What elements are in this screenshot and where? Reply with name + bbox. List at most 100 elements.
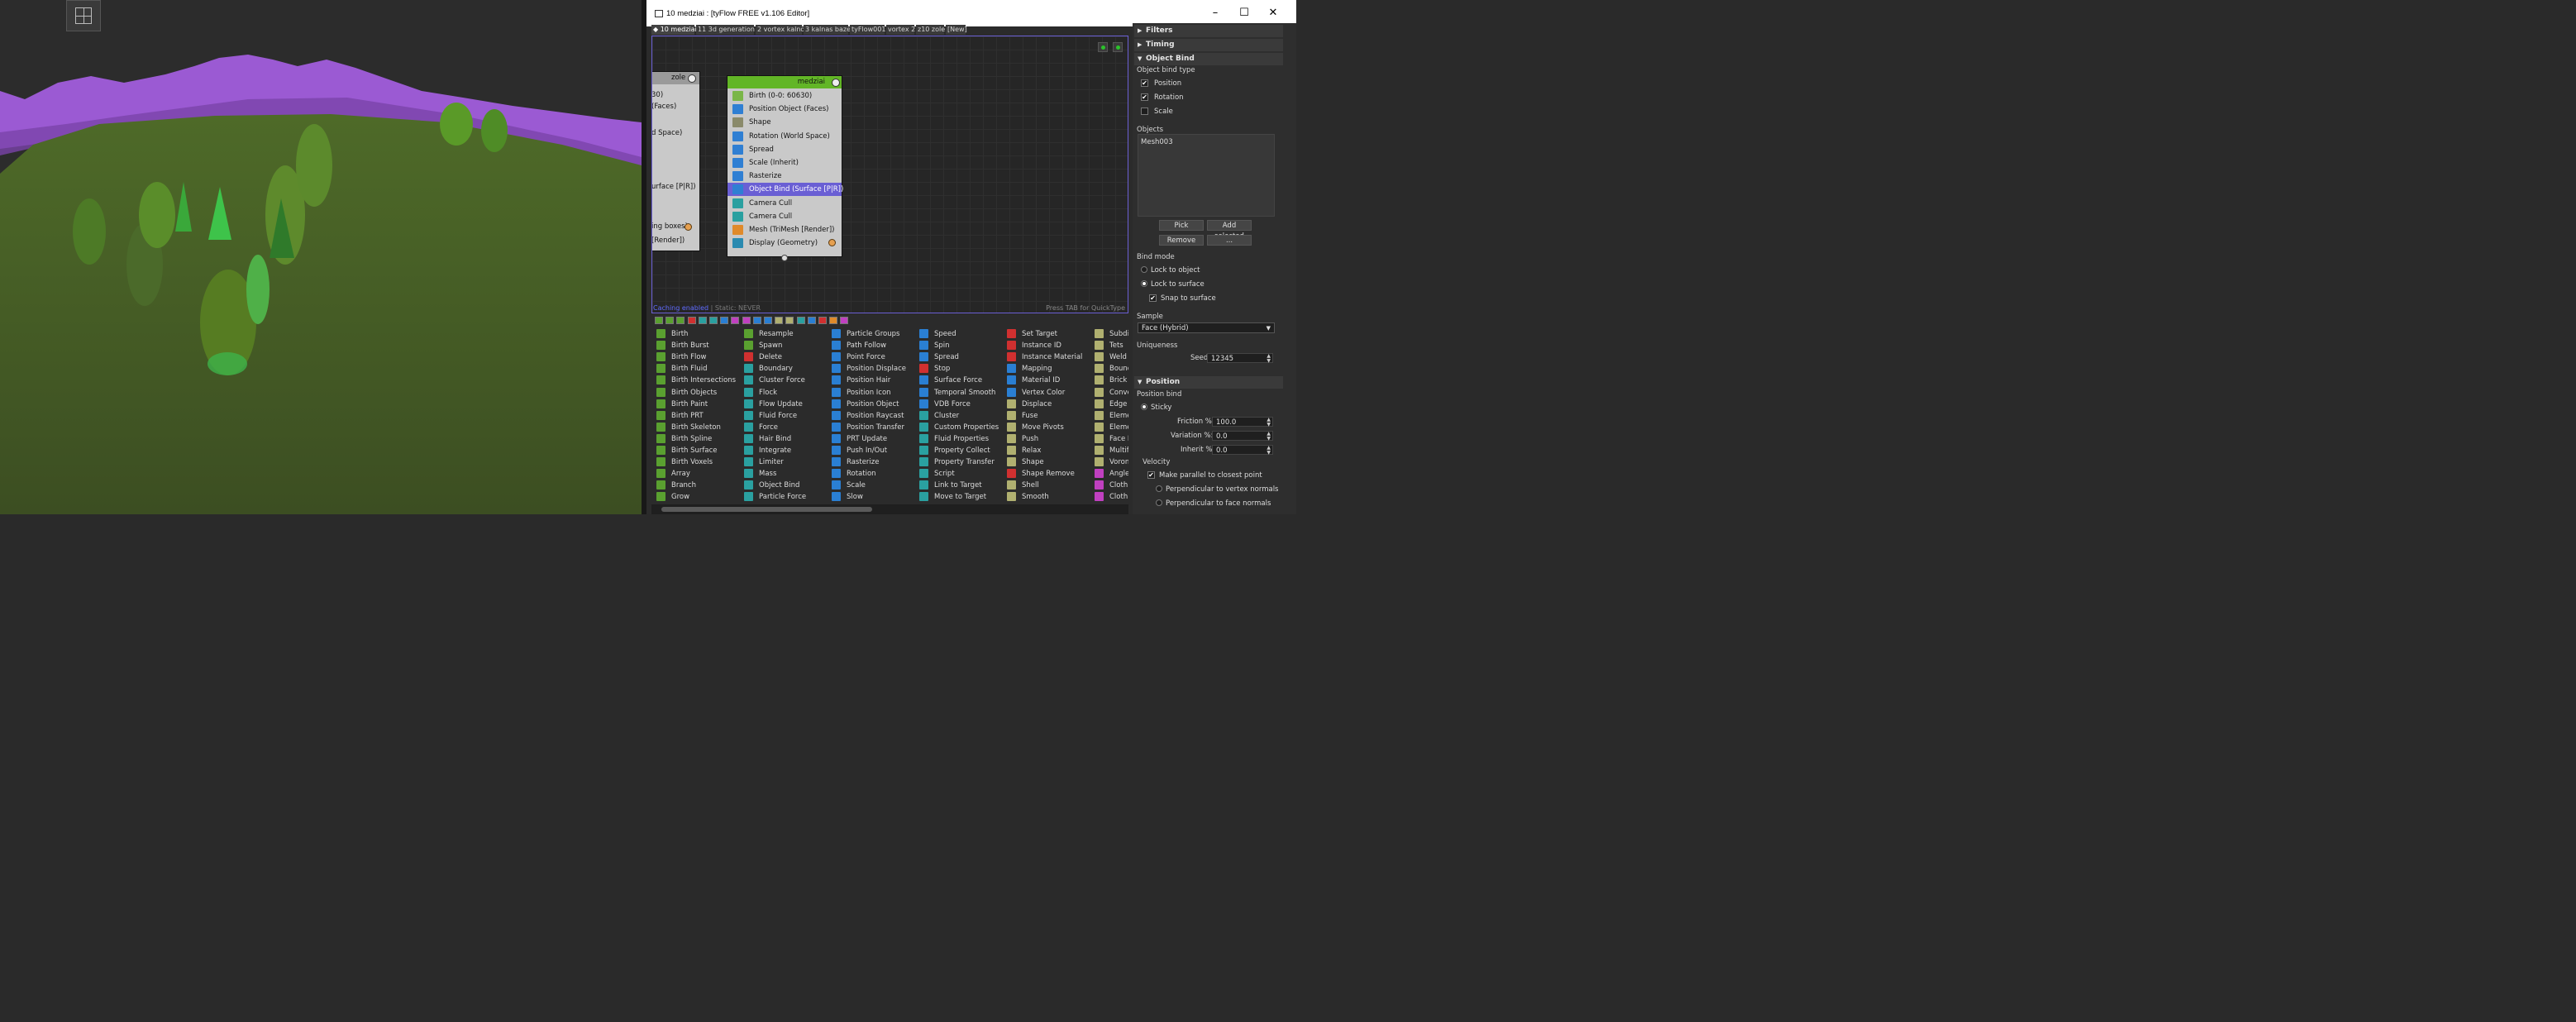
tab-2-vortex-kalno[interactable]: 2 vortex kalno (756, 25, 804, 35)
lock-to-object-radio[interactable] (1141, 266, 1147, 273)
tab-vortex-2[interactable]: vortex 2 (886, 25, 915, 35)
viewport-3d[interactable] (0, 0, 642, 514)
list-item[interactable]: Mesh003 (1141, 138, 1173, 146)
operator-label: Birth Skeleton (671, 423, 721, 432)
cache-status-icon[interactable] (1098, 42, 1108, 52)
lock-to-surface-radio[interactable] (1141, 280, 1147, 287)
operator-category-icon[interactable] (742, 317, 751, 324)
friction-field[interactable]: 100.0 ▲ ▼ (1212, 417, 1273, 427)
operator-row[interactable]: Camera Cull (727, 210, 842, 223)
remove-button[interactable]: Remove (1159, 235, 1204, 246)
operator-icon (1007, 480, 1016, 490)
tab-new[interactable]: [New] (946, 25, 967, 35)
operator-category-icon[interactable] (796, 317, 805, 324)
operator-category-icon[interactable] (665, 317, 675, 324)
operator-list[interactable]: Birth Birth Burst Birth Flow Birth Fluid Bir… (651, 327, 1128, 504)
operator-row[interactable]: Scale (Inherit) (727, 156, 842, 170)
operator-icon (656, 329, 665, 338)
position-checkbox[interactable]: ✔ (1141, 79, 1148, 87)
seed-field[interactable]: 12345 ▲ ▼ (1207, 353, 1273, 364)
operator-category-icon[interactable] (655, 317, 663, 324)
rollout-filters[interactable]: ▶ Filters (1134, 25, 1283, 37)
spinner-icon[interactable]: ▲ ▼ (1267, 446, 1271, 456)
make-parallel-checkbox[interactable]: ✔ (1147, 471, 1155, 479)
birth-icon (732, 91, 743, 101)
operator-category-icon[interactable] (840, 317, 849, 324)
operator-row[interactable]: Object Bind (Surface [P|R]) (727, 183, 843, 197)
node-row[interactable]: (Faces) (652, 100, 699, 113)
operator-category-icon[interactable] (785, 317, 794, 324)
operator-category-icon[interactable] (709, 317, 718, 324)
operator-row[interactable]: Camera Cull (727, 197, 842, 210)
node-row[interactable]: [Render]) (652, 234, 699, 247)
operator-category-icon[interactable] (818, 317, 827, 324)
more-button[interactable]: ... (1207, 235, 1252, 246)
operator-row[interactable]: Rasterize (727, 170, 842, 183)
operator-row[interactable]: Spread (727, 143, 842, 156)
operator-label: Relax (1022, 447, 1042, 455)
operator-row[interactable]: Rotation (World Space) (727, 130, 842, 143)
sticky-radio[interactable] (1141, 404, 1147, 410)
operator-category-icon[interactable] (764, 317, 772, 324)
variation-field[interactable]: 0.0 ▲ ▼ (1212, 431, 1273, 442)
operator-category-icon[interactable] (752, 317, 761, 324)
snap-to-surface-checkbox[interactable]: ✔ (1149, 294, 1157, 302)
operator-row[interactable]: Birth (0-0: 60630) (727, 89, 842, 103)
rollout-timing[interactable]: ▶ Timing (1134, 39, 1283, 51)
operator-row[interactable]: Display (Geometry) (727, 236, 842, 250)
node-header[interactable]: zole (652, 72, 699, 84)
spinner-icon[interactable]: ▲ ▼ (1267, 354, 1271, 364)
operator-label: Resample (759, 330, 794, 338)
operator-list-scrollbar[interactable] (651, 504, 1128, 514)
bulb-icon[interactable] (688, 74, 696, 83)
operator-category-icon[interactable] (731, 317, 740, 324)
operator-category-icon[interactable] (720, 317, 729, 324)
operator-category-icon[interactable] (775, 317, 784, 324)
node-header[interactable]: medziai (727, 76, 842, 88)
operator-category-icon[interactable] (698, 317, 707, 324)
output-port[interactable] (685, 223, 692, 231)
tab-z10-zole[interactable]: z10 zole (916, 25, 945, 35)
event-node-zole[interactable]: zole 30) (Faces) d Space) urface [P|R]) … (652, 71, 700, 251)
add-selected-button[interactable]: Add selected (1207, 220, 1252, 241)
rollout-object-bind[interactable]: ▼ Object Bind (1134, 53, 1283, 65)
close-button[interactable]: ✕ (1267, 7, 1280, 20)
operator-label: Elemen (1109, 411, 1128, 420)
objects-list[interactable]: Mesh003 (1138, 134, 1275, 217)
scale-checkbox[interactable] (1141, 107, 1148, 115)
maximize-button[interactable]: ☐ (1238, 7, 1251, 20)
perpendicular-vertex-radio[interactable] (1156, 485, 1162, 492)
sample-dropdown[interactable]: Face (Hybrid) ▼ (1138, 322, 1275, 333)
tab-3-kalnas-baze[interactable]: 3 kalnas baze (804, 25, 851, 35)
input-port[interactable] (781, 255, 788, 261)
bulb-icon[interactable] (832, 79, 840, 87)
inherit-field[interactable]: 0.0 ▲ ▼ (1212, 445, 1273, 456)
layout-grid-icon (75, 7, 92, 24)
node-row[interactable]: urface [P|R]) (652, 180, 699, 193)
event-node-medziai[interactable]: medziai Birth (0-0: 60630) Position Objec… (727, 75, 843, 257)
operator-label: Array (671, 470, 690, 479)
scrollbar-thumb[interactable] (661, 507, 872, 512)
operator-row[interactable]: Mesh (TriMesh [Render]) (727, 223, 842, 236)
spinner-icon[interactable]: ▲ ▼ (1267, 432, 1271, 442)
tab-tyflow001[interactable]: tyFlow001 (850, 25, 885, 35)
tab-11-3d-generation[interactable]: 11 3d generation (696, 25, 755, 35)
minimize-button[interactable]: – (1209, 7, 1222, 20)
operator-category-icon[interactable] (807, 317, 816, 324)
operator-row[interactable]: Position Object (Faces) (727, 103, 842, 116)
tab-10-medziai[interactable]: ◆ 10 medziai (651, 25, 697, 35)
flow-canvas[interactable]: zole 30) (Faces) d Space) urface [P|R]) … (651, 36, 1128, 313)
viewport-layout-button[interactable] (66, 0, 101, 31)
spinner-icon[interactable]: ▲ ▼ (1267, 418, 1271, 427)
rotation-checkbox[interactable]: ✔ (1141, 93, 1148, 101)
node-row[interactable]: d Space) (652, 127, 699, 140)
operator-row[interactable]: Shape (727, 116, 842, 129)
pick-button[interactable]: Pick (1159, 220, 1204, 231)
operator-category-icon[interactable] (687, 317, 696, 324)
rollout-position[interactable]: ▼ Position (1134, 376, 1283, 389)
perpendicular-face-radio[interactable] (1156, 499, 1162, 506)
operator-category-icon[interactable] (676, 317, 685, 324)
canvas-options-icon[interactable] (1113, 42, 1123, 52)
operator-category-icon[interactable] (829, 317, 838, 324)
node-row[interactable]: ing boxes) (652, 220, 699, 233)
